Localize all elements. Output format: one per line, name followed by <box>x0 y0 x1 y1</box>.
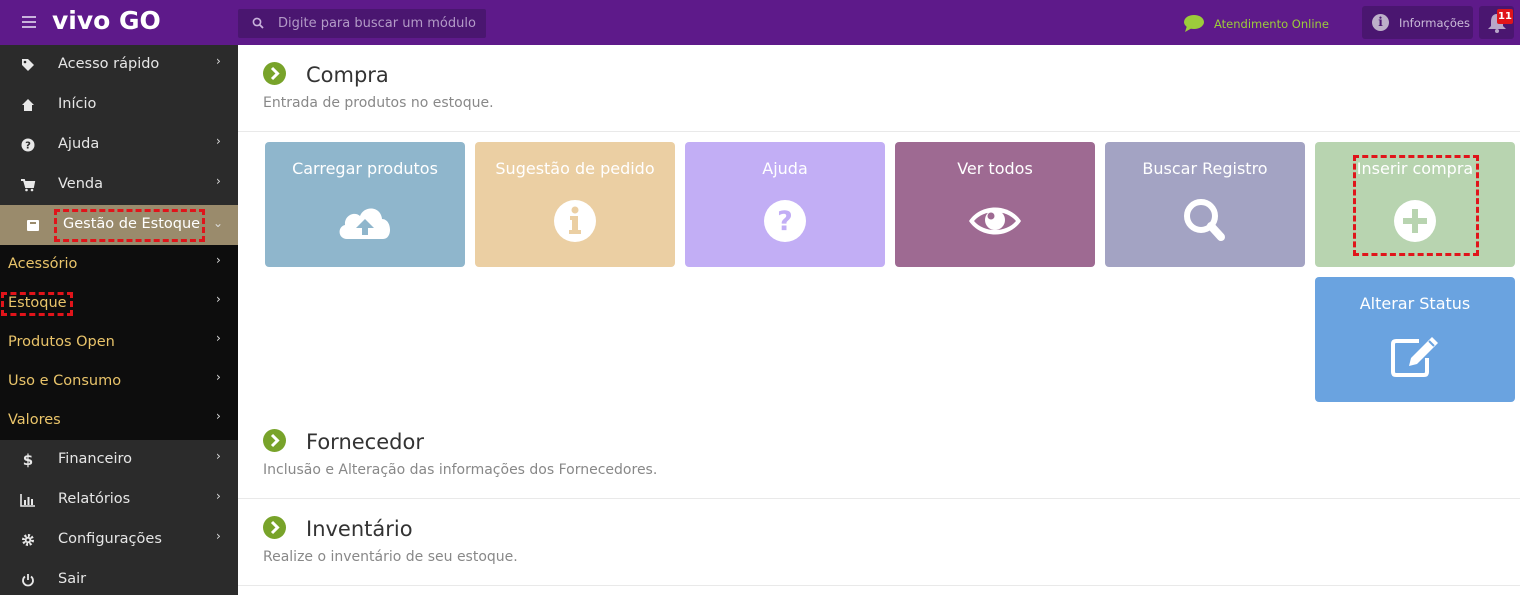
top-bar: vivo GO Atendimento Online i Informações… <box>0 0 1520 45</box>
svg-text:?: ? <box>25 141 31 152</box>
info-button-label: Informações <box>1399 16 1470 30</box>
gear-icon <box>22 534 34 546</box>
sidebar-item-label: Venda <box>58 176 103 192</box>
arrow-circle-right-icon[interactable] <box>263 516 286 539</box>
section-fornecedor: Fornecedor Inclusão e Alteração das info… <box>238 412 1520 499</box>
sidebar-item-label: Acesso rápido <box>58 56 160 72</box>
chevron-right-icon: › <box>216 529 221 543</box>
sidebar-item-label: Sair <box>58 571 87 587</box>
sidebar-item-label: Configurações <box>58 531 162 547</box>
chevron-right-icon: › <box>216 174 221 188</box>
section-title[interactable]: Fornecedor <box>306 430 424 454</box>
tile-label: Alterar Status <box>1359 294 1471 313</box>
sidebar-item-configuracoes[interactable]: Configurações › <box>0 520 238 560</box>
chevron-right-icon: › <box>216 54 221 68</box>
submenu-item-produtos-open[interactable]: Produtos Open › <box>0 323 238 362</box>
highlight-estoque <box>1 292 73 316</box>
online-support-link[interactable]: Atendimento Online <box>1214 17 1329 31</box>
chevron-right-icon: › <box>216 409 221 423</box>
arrow-circle-right-icon[interactable] <box>263 429 286 452</box>
tile-label: Carregar produtos <box>292 159 438 178</box>
tile-sugestao-pedido[interactable]: Sugestão de pedido <box>475 142 675 267</box>
section-inventario: Inventário Realize o inventário de seu e… <box>238 499 1520 586</box>
chevron-right-icon: › <box>216 449 221 463</box>
section-subtitle: Entrada de produtos no estoque. <box>263 95 494 111</box>
section-subtitle: Inclusão e Alteração das informações dos… <box>263 462 658 478</box>
stock-submenu: Acessório › Estoque › Produtos Open › Us… <box>0 245 238 440</box>
search-icon <box>252 17 264 29</box>
tile-buscar-registro[interactable]: Buscar Registro <box>1105 142 1305 267</box>
sidebar-item-label: Financeiro <box>58 451 133 467</box>
tile-label: Buscar Registro <box>1142 159 1268 178</box>
section-compra: Compra Entrada de produtos no estoque. <box>238 45 1520 132</box>
app-logo[interactable]: vivo GO <box>52 6 161 35</box>
tile-label: Ver todos <box>957 159 1033 178</box>
eye-icon <box>969 207 1021 235</box>
question-circle-icon: ? <box>21 138 35 152</box>
submenu-item-acessorio[interactable]: Acessório › <box>0 245 238 284</box>
tile-alterar-status[interactable]: Alterar Status <box>1315 277 1515 402</box>
chevron-right-icon: › <box>216 331 221 345</box>
sidebar-item-inicio[interactable]: Início <box>0 85 238 125</box>
arrow-circle-right-icon[interactable] <box>263 62 286 85</box>
cart-icon <box>21 179 36 192</box>
info-circle-icon <box>554 200 596 242</box>
cloud-upload-icon <box>339 208 391 239</box>
sidebar-item-acesso-rapido[interactable]: Acesso rápido › <box>0 45 238 85</box>
power-icon <box>22 574 34 587</box>
dollar-icon: $ <box>22 451 34 469</box>
chevron-right-icon: › <box>216 489 221 503</box>
section-title[interactable]: Compra <box>306 63 389 87</box>
sidebar-item-ajuda[interactable]: ? Ajuda › <box>0 125 238 165</box>
svg-text:?: ? <box>777 206 793 237</box>
info-icon: i <box>1372 14 1389 31</box>
chevron-right-icon: › <box>216 370 221 384</box>
chevron-right-icon: › <box>216 253 221 267</box>
search-input[interactable] <box>278 9 478 38</box>
box-icon <box>27 220 39 231</box>
notification-badge: 11 <box>1497 9 1513 24</box>
sidebar-item-relatorios[interactable]: Relatórios › <box>0 480 238 520</box>
sidebar-item-label: Relatórios <box>58 491 131 507</box>
question-circle-icon: ? <box>764 200 806 242</box>
tile-label: Ajuda <box>762 159 808 178</box>
submenu-item-label: Acessório <box>8 256 78 272</box>
tile-carregar-produtos[interactable]: Carregar produtos <box>265 142 465 267</box>
bar-chart-icon <box>20 494 35 507</box>
chevron-right-icon: › <box>216 134 221 148</box>
section-subtitle: Realize o inventário de seu estoque. <box>263 549 518 565</box>
highlight-inserir-compra <box>1353 155 1479 256</box>
sidebar-item-sair[interactable]: Sair <box>0 560 238 595</box>
sidebar-item-venda[interactable]: Venda › <box>0 165 238 205</box>
module-search[interactable] <box>238 9 486 38</box>
highlight-gestao-estoque <box>54 209 205 242</box>
chevron-right-icon: › <box>216 292 221 306</box>
home-icon <box>22 99 34 111</box>
chat-bubble-icon[interactable] <box>1183 14 1205 32</box>
submenu-item-label: Produtos Open <box>8 334 115 350</box>
menu-toggle-icon[interactable] <box>22 16 36 28</box>
tile-ver-todos[interactable]: Ver todos <box>895 142 1095 267</box>
sidebar: Acesso rápido › Início ? Ajuda › Venda ›… <box>0 45 238 595</box>
submenu-item-valores[interactable]: Valores › <box>0 401 238 440</box>
section-title[interactable]: Inventário <box>306 517 413 541</box>
tag-icon <box>22 59 34 71</box>
sidebar-item-label: Início <box>58 96 97 112</box>
edit-icon <box>1391 337 1438 377</box>
submenu-item-label: Uso e Consumo <box>8 373 122 389</box>
submenu-item-label: Valores <box>8 412 61 428</box>
sidebar-item-financeiro[interactable]: $ Financeiro › <box>0 440 238 480</box>
search-icon <box>1184 199 1225 241</box>
submenu-item-uso-consumo[interactable]: Uso e Consumo › <box>0 362 238 401</box>
tile-label: Sugestão de pedido <box>495 159 655 178</box>
tile-ajuda[interactable]: Ajuda ? <box>685 142 885 267</box>
info-button[interactable]: i Informações <box>1362 6 1473 39</box>
sidebar-item-label: Ajuda <box>58 136 100 152</box>
chevron-down-icon: ⌄ <box>213 216 224 230</box>
